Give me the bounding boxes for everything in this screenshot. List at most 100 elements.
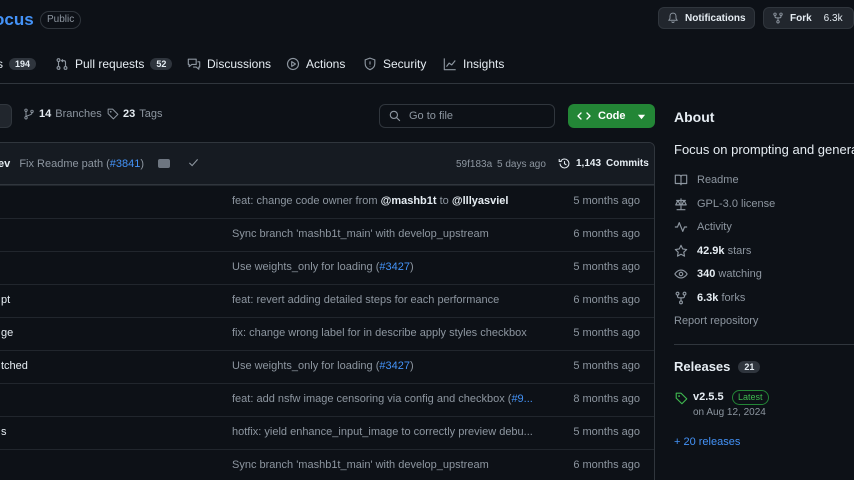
tags-link[interactable]: 23 Tags [107,108,163,120]
table-row[interactable]: feat: change code owner from @mashb1t to… [0,185,654,218]
tab-pull-requests[interactable]: Pull requests 52 [55,52,173,76]
commit-message[interactable]: Use weights_only for loading (#3427) [232,261,414,273]
commit-pr-ref[interactable]: #3841 [110,158,141,170]
commit-message[interactable]: fix: change wrong label for in describe … [232,327,527,339]
license-link[interactable]: GPL-3.0 license [674,197,775,211]
repo-name-link[interactable]: ocus [0,10,34,30]
fork-icon [674,291,688,305]
actions-icon [286,57,300,71]
more-releases-link[interactable]: + 20 releases [674,436,740,448]
fork-icon [772,12,784,24]
code-icon [577,110,591,122]
branches-count: 14 [39,108,52,120]
tab-issues-label: s [0,57,3,71]
about-heading: About [674,109,715,125]
pulse-icon [674,220,688,234]
commit-age: 6 months ago [573,228,640,240]
commit-mention[interactable]: @mashb1t [381,195,437,207]
watching-link[interactable]: 340 watching [674,267,762,281]
releases-heading-link[interactable]: Releases 21 [674,359,761,374]
stars-link[interactable]: 42.9k stars [674,244,751,258]
commits-link[interactable]: 1,143 Commits [558,157,649,170]
branches-label: Branches [55,108,102,120]
release-date: on Aug 12, 2024 [693,407,766,418]
release-version[interactable]: v2.5.5 [693,391,724,403]
commit-pr-ref[interactable]: #9... [511,393,532,405]
commit-message-part: Use weights_only for loading ( [232,360,380,372]
go-to-file-input[interactable]: Go to file [379,104,555,128]
discussions-icon [187,57,201,71]
search-icon [389,110,401,122]
releases-heading: Releases [674,359,731,374]
tab-security[interactable]: Security [363,52,426,76]
book-icon [674,173,688,187]
expand-message-icon[interactable] [158,159,170,168]
commit-message[interactable]: feat: revert adding detailed steps for e… [232,294,499,306]
report-repository-label: Report repository [674,315,759,327]
readme-label: Readme [697,174,739,186]
tab-discussions[interactable]: Discussions [187,52,271,76]
file-name[interactable]: s [1,426,7,438]
shield-icon [363,57,377,71]
commit-age: 5 months ago [573,195,640,207]
tab-security-label: Security [383,57,427,71]
visibility-badge: Public [40,11,82,29]
commit-message-part: to [436,195,452,207]
commit-time: 5 days ago [497,159,546,170]
commit-age: 6 months ago [573,459,640,471]
pull-request-icon [55,57,69,71]
commit-message[interactable]: hotfix: yield enhance_input_image to cor… [232,426,533,438]
commit-age: 5 months ago [573,261,640,273]
tab-actions[interactable]: Actions [286,52,345,76]
commit-age: 5 months ago [573,327,640,339]
commit-message[interactable]: Use weights_only for loading (#3427) [232,360,414,372]
commit-pr-ref[interactable]: #3427 [379,360,410,372]
table-row[interactable]: Sync branch 'mashb1t_main' with develop_… [0,218,654,251]
code-button[interactable]: Code [568,104,655,128]
readme-link[interactable]: Readme [674,173,739,187]
fork-button[interactable]: Fork 6.3k [763,7,854,29]
commit-mention[interactable]: @lllyasviel [452,195,509,207]
commit-author: ev [0,158,11,170]
eye-icon [674,267,688,281]
graph-icon [443,57,457,71]
commit-message[interactable]: feat: add nsfw image censoring via confi… [232,393,533,405]
commit-age: 8 months ago [573,393,640,405]
commit-message[interactable]: Sync branch 'mashb1t_main' with develop_… [232,228,489,240]
commit-hash[interactable]: 59f183a [456,159,492,170]
repo-header: ocus Public Notifications Fork 6.3k s 19… [0,0,854,84]
file-name[interactable]: tched [1,360,28,372]
fork-count: 6.3k [823,12,843,24]
tab-insights[interactable]: Insights [443,52,504,76]
file-name[interactable]: ge [1,327,13,339]
table-row[interactable]: Sync branch 'mashb1t_main' with develop_… [0,449,654,480]
notifications-button[interactable]: Notifications [658,7,755,29]
report-repository-link[interactable]: Report repository [674,315,758,327]
go-to-file-placeholder: Go to file [409,110,454,122]
table-row[interactable]: ge fix: change wrong label for in describ… [0,317,654,350]
commit-age: 6 months ago [573,294,640,306]
commit-message-part: Sync branch 'mashb1t_main' with develop_… [232,459,489,471]
table-row[interactable]: Use weights_only for loading (#3427) 5 mo… [0,251,654,284]
commit-message[interactable]: Sync branch 'mashb1t_main' with develop_… [232,459,489,471]
file-name[interactable]: pt [1,294,10,306]
table-row[interactable]: tched Use weights_only for loading (#3427… [0,350,654,383]
commit-message-part: Use weights_only for loading ( [232,261,380,273]
table-row[interactable]: s hotfix: yield enhance_input_image to co… [0,416,654,449]
table-row[interactable]: pt feat: revert adding detailed steps for… [0,284,654,317]
forks-link[interactable]: 6.3k forks [674,291,745,305]
tab-pull-requests-count: 52 [150,58,173,70]
branches-link[interactable]: 14 Branches [23,108,102,120]
commit-pr-ref[interactable]: #3427 [379,261,410,273]
sidebar-divider [674,344,854,345]
commit-message[interactable]: feat: change code owner from @mashb1t to… [232,195,508,207]
tag-icon [107,108,119,120]
tab-issues[interactable]: s 194 [0,52,37,76]
latest-commit-message[interactable]: ev Fix Readme path (#3841) [0,158,144,170]
latest-commit-bar: ev Fix Readme path (#3841) 59f183a 5 day… [0,143,654,185]
activity-link[interactable]: Activity [674,220,732,234]
table-row[interactable]: feat: add nsfw image censoring via confi… [0,383,654,416]
history-icon [558,157,571,170]
branch-select-button[interactable] [0,104,12,128]
tab-discussions-label: Discussions [207,57,272,71]
